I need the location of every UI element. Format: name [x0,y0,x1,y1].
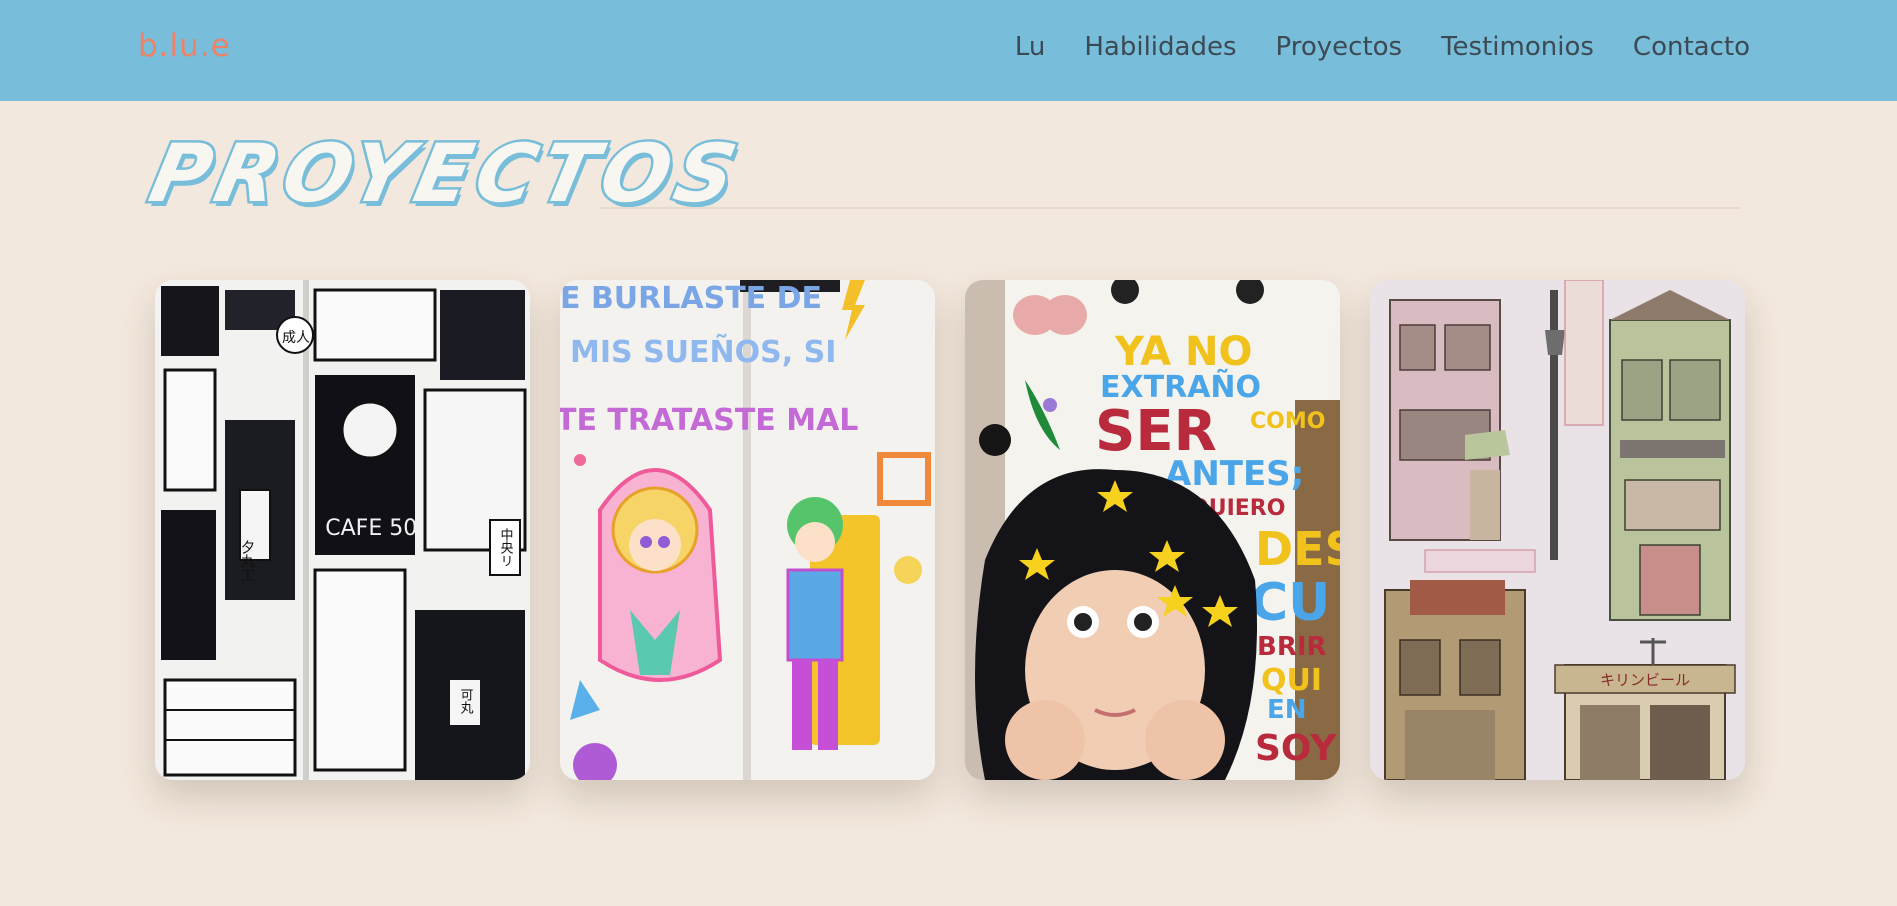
lettering-ya-no: YA NO [1114,329,1253,375]
projects-title-wrap: PROYECTOS [140,125,753,223]
project-card-manga-street[interactable]: 成人 夕丸工 CAFE 50's 中央リ 可丸 [155,280,530,780]
lettering-des: DES [1255,522,1340,576]
watercolor-buildings-artwork: キリンビール [1370,280,1745,780]
manga-sign-seijin: 成人 [282,330,310,346]
lettering-brir: BRIR [1257,632,1327,662]
lettering-en: EN [1267,695,1307,725]
nav-link-lu[interactable]: Lu [1015,32,1046,62]
nav-link-proyectos[interactable]: Proyectos [1276,32,1403,62]
marker-text-line3: TE TRATASTE MAL [560,403,858,438]
lettering-soy: SOY [1255,728,1337,769]
lettering-qui: QUI [1261,663,1322,698]
brand-logo[interactable]: b.lu.e [138,28,231,64]
marker-text-line1: E BURLASTE DE [560,281,822,316]
project-gallery: 成人 夕丸工 CAFE 50's 中央リ 可丸 E BURLASTE DE MI… [155,280,1745,780]
lettering-portrait-artwork: YA NO EXTRAÑO SER COMO ANTES; QUIERO DES… [965,280,1340,780]
lettering-como: COMO [1250,409,1325,434]
nav-link-habilidades[interactable]: Habilidades [1084,32,1236,62]
project-card-lettering-portrait[interactable]: YA NO EXTRAÑO SER COMO ANTES; QUIERO DES… [965,280,1340,780]
manga-sign-chuo: 中央リ [498,528,514,567]
title-divider [600,207,1740,209]
project-card-watercolor-buildings[interactable]: キリンビール [1370,280,1745,780]
marker-text-line2: MIS SUEÑOS, SI [570,333,836,370]
marker-spread-artwork: E BURLASTE DE MIS SUEÑOS, SI TE TRATASTE… [560,280,935,780]
main-nav: Lu Habilidades Proyectos Testimonios Con… [1015,32,1750,62]
navbar: b.lu.e Lu Habilidades Proyectos Testimon… [0,0,1897,101]
projects-title: PROYECTOS [140,125,753,223]
watercolor-shop-sign: キリンビール [1600,671,1690,689]
manga-street-artwork: 成人 夕丸工 CAFE 50's 中央リ 可丸 [155,280,530,780]
manga-sign-yumaru: 夕丸工 [239,540,255,582]
manga-sign-kamaru: 可丸 [458,688,474,715]
project-card-marker-spread[interactable]: E BURLASTE DE MIS SUEÑOS, SI TE TRATASTE… [560,280,935,780]
nav-link-testimonios[interactable]: Testimonios [1441,32,1594,62]
lettering-cu: CU [1250,573,1330,633]
manga-sign-cafe: CAFE 50's [325,516,434,541]
nav-link-contacto[interactable]: Contacto [1633,32,1750,62]
